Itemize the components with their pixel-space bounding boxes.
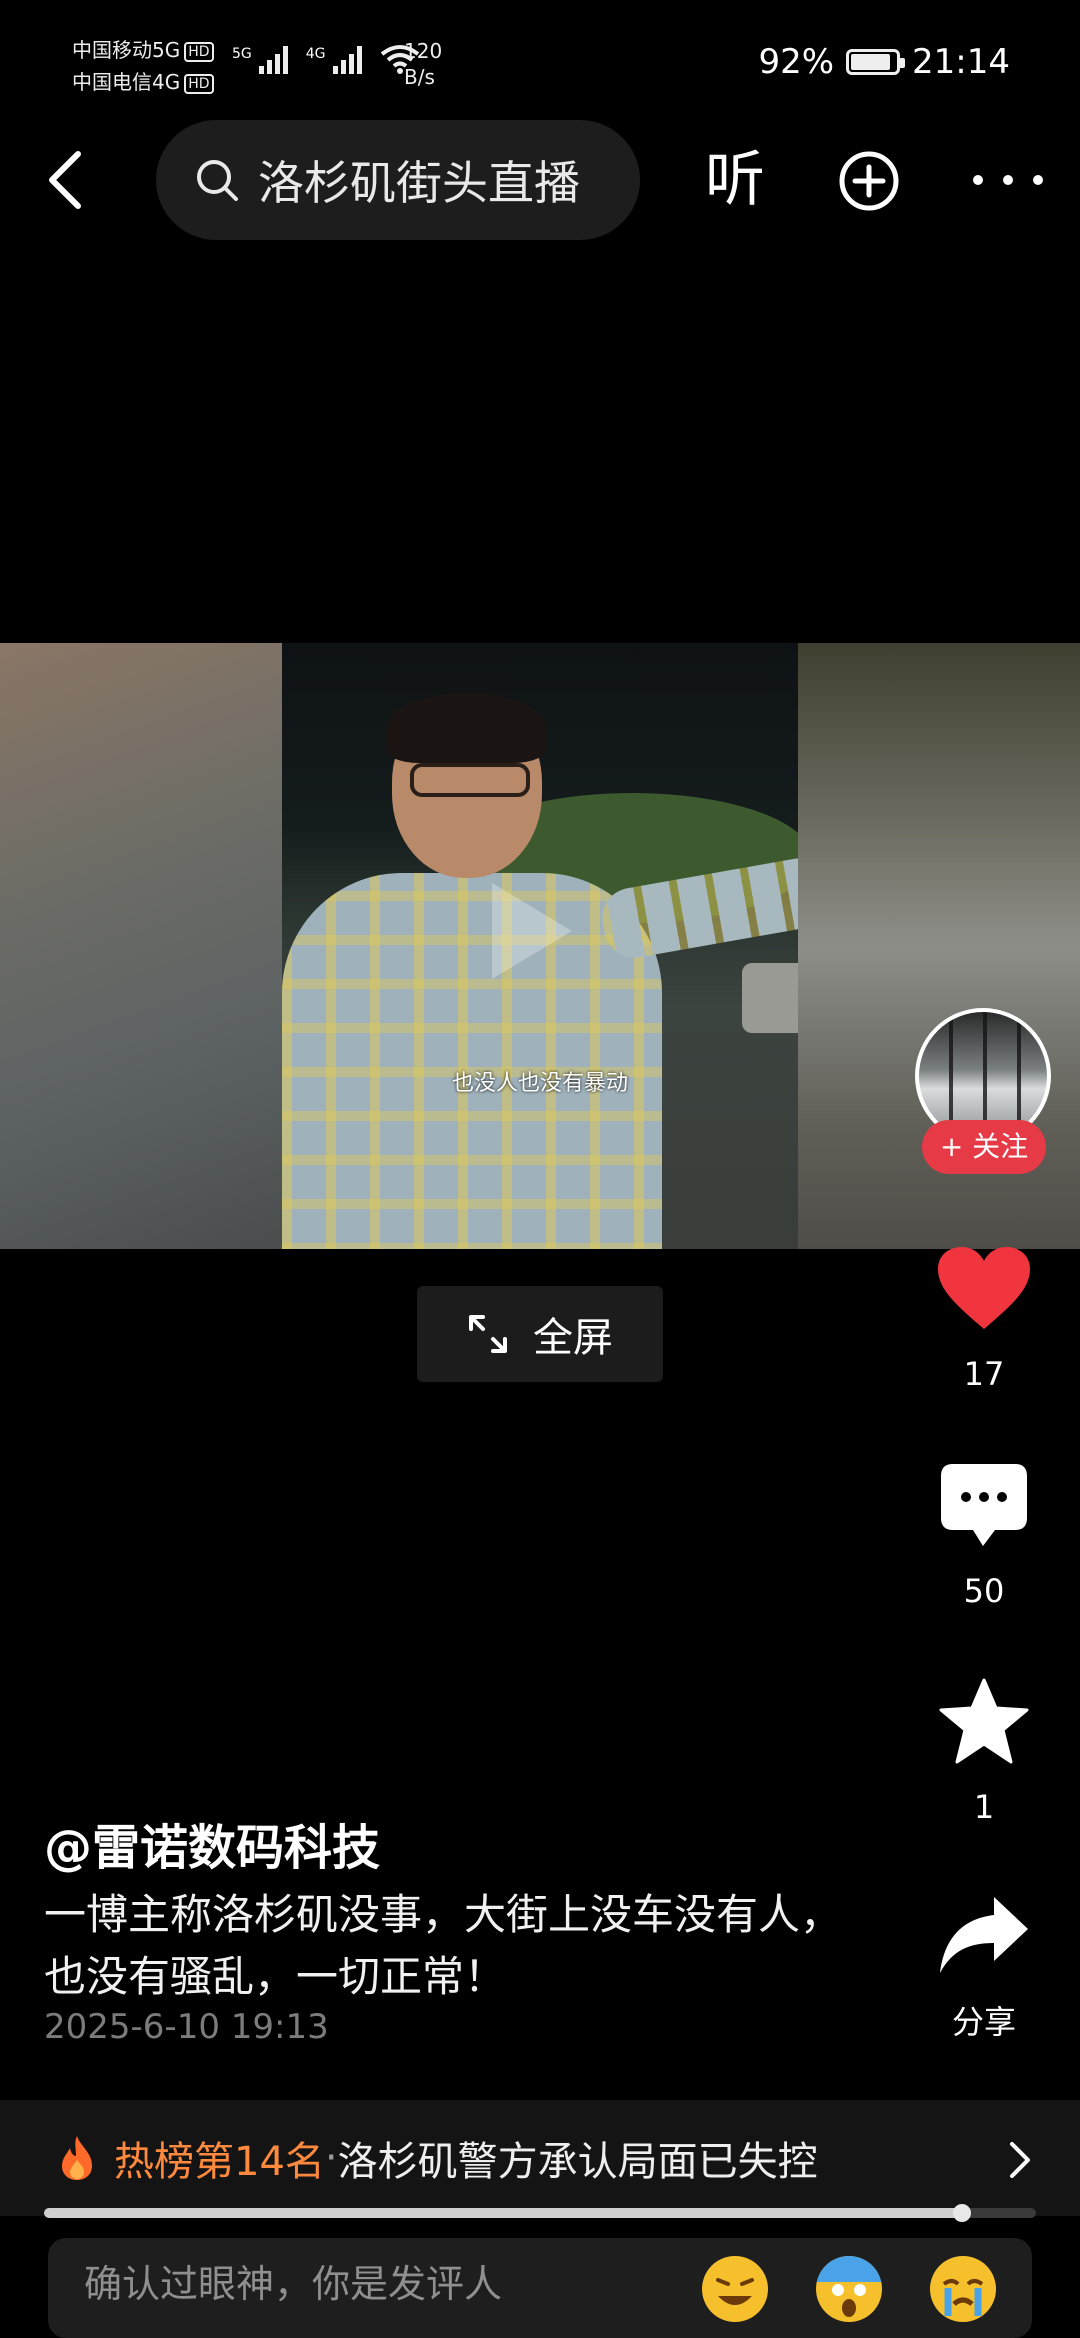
video-subtitle: 也没人也没有暴动	[451, 1071, 628, 1096]
comment-count: 50	[963, 1572, 1005, 1610]
video-player[interactable]: 也没人也没有暴动	[0, 643, 1080, 1249]
battery-percent: 92%	[758, 42, 835, 82]
fullscreen-label: 全屏	[533, 1315, 613, 1361]
crying-emoji-icon[interactable]	[930, 2256, 996, 2322]
battery-icon	[846, 49, 906, 75]
comment-bubble-icon	[941, 1464, 1027, 1546]
author-name[interactable]: @雷诺数码科技	[44, 1808, 380, 1878]
star-icon	[939, 1678, 1029, 1764]
chevron-right-icon[interactable]	[1004, 2140, 1034, 2180]
carrier-info: 中国移动5G HD 中国电信4G HD	[72, 34, 214, 98]
comment-button[interactable]: 50	[920, 1462, 1048, 1610]
follow-button[interactable]: + 关注	[922, 1120, 1046, 1174]
hot-separator: ·	[324, 2135, 338, 2181]
share-button[interactable]: 分享	[920, 1895, 1048, 2043]
like-count: 17	[963, 1355, 1005, 1393]
hot-ranking-bar[interactable]: 热榜第14名 · 洛杉矶警方承认局面已失控	[0, 2100, 1080, 2216]
signal-icons: 5G 4G	[232, 44, 420, 74]
person-hair	[386, 693, 546, 763]
laugh-cry-emoji-icon[interactable]	[702, 2256, 768, 2322]
status-right: 92% 21:14	[758, 42, 1010, 82]
listen-button[interactable]: 听	[705, 140, 765, 220]
video-frame: 也没人也没有暴动	[282, 643, 798, 1249]
search-icon	[197, 160, 238, 201]
net-type-1: 5G	[232, 46, 252, 62]
play-icon[interactable]	[492, 883, 572, 979]
battery-fill	[851, 54, 891, 70]
background-car	[742, 963, 798, 1033]
post-description: 一博主称洛杉矶没事，大街上没车没有人，也没有骚乱，一切正常！	[44, 1890, 843, 2001]
favorite-count: 1	[973, 1788, 995, 1826]
like-button[interactable]: 17	[920, 1245, 1048, 1393]
signal-4g-icon: 4G	[306, 46, 362, 74]
playback-progress-fill	[44, 2208, 962, 2218]
plus-circle-icon[interactable]	[838, 150, 900, 212]
carrier-2: 中国电信4G	[72, 70, 181, 94]
comment-input[interactable]: 确认过眼神，你是发评人	[48, 2238, 1032, 2338]
share-arrow-icon	[940, 1897, 1028, 1973]
net-speed-unit: B/s	[404, 65, 435, 89]
more-dots-icon[interactable]	[968, 168, 1048, 192]
search-query: 洛杉矶街头直播	[258, 156, 580, 210]
net-type-2: 4G	[305, 46, 326, 62]
flame-icon	[62, 2136, 92, 2180]
hd-badge: HD	[184, 73, 214, 94]
fullscreen-button[interactable]: 全屏	[417, 1286, 663, 1382]
share-label: 分享	[951, 2003, 1016, 2041]
person-glasses	[410, 763, 530, 797]
video-blur-background-left	[0, 643, 282, 1249]
hot-title: 洛杉矶警方承认局面已失控	[337, 2139, 818, 2185]
carrier-1: 中国移动5G	[72, 38, 181, 62]
signal-5g-icon: 5G	[232, 46, 288, 74]
net-speed-value: 120	[404, 39, 443, 63]
heart-icon	[938, 1247, 1030, 1329]
net-speed: 120 B/s	[404, 38, 442, 90]
hd-badge: HD	[184, 41, 214, 62]
playback-progress-handle[interactable]	[953, 2204, 971, 2222]
hot-rank: 热榜第14名	[114, 2139, 325, 2185]
back-chevron-icon[interactable]	[40, 150, 100, 210]
search-bar[interactable]: 洛杉矶街头直播	[156, 120, 640, 240]
post-date: 2025-6-10 19:13	[44, 2007, 329, 2047]
shocked-emoji-icon[interactable]	[816, 2256, 882, 2322]
favorite-button[interactable]: 1	[920, 1678, 1048, 1826]
expand-icon	[469, 1315, 507, 1353]
clock: 21:14	[912, 42, 1010, 82]
